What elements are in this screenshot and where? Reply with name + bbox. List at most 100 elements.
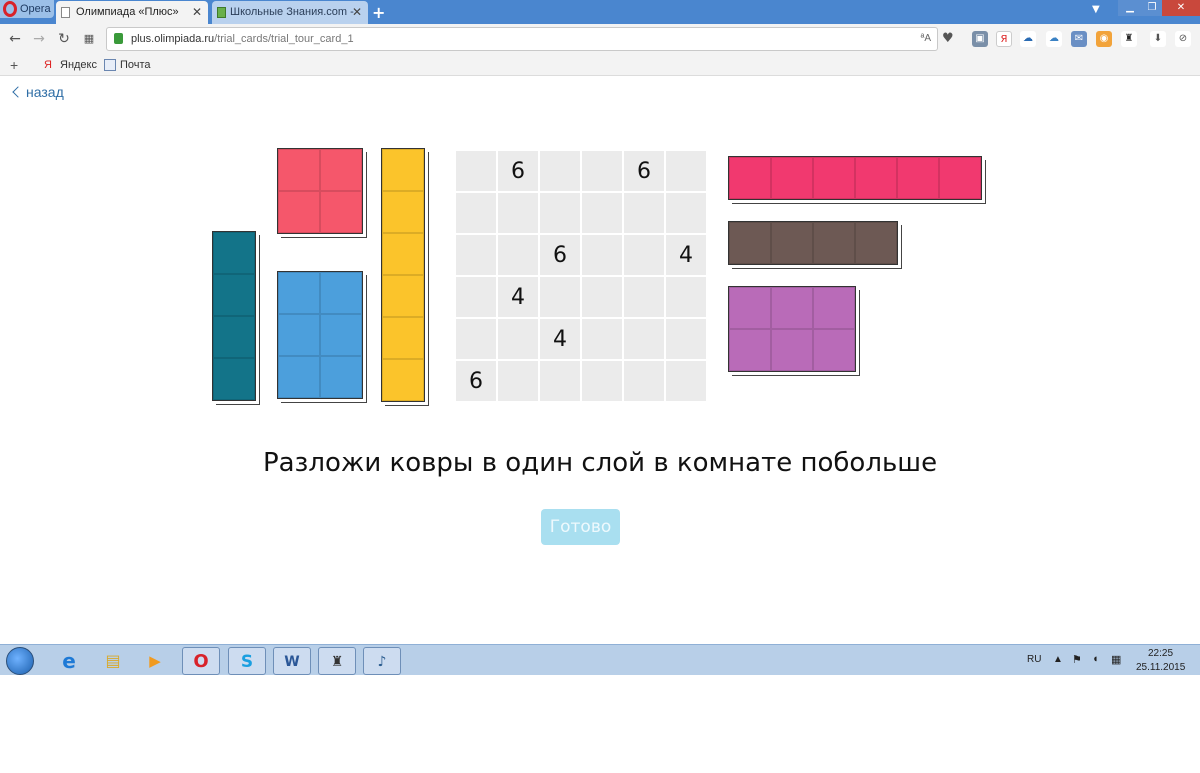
flag-icon[interactable]: ⚑ xyxy=(1072,653,1082,666)
room-cell-clue[interactable]: 4 xyxy=(498,277,538,317)
network-icon[interactable]: ▦ xyxy=(1111,653,1121,666)
settings-icon[interactable]: ⊘ xyxy=(1175,31,1191,47)
download-icon[interactable]: ⬇ xyxy=(1150,31,1166,47)
room-cell[interactable] xyxy=(666,319,706,359)
room-cell[interactable] xyxy=(540,361,580,401)
maximize-window-button[interactable]: ❐ xyxy=(1142,0,1162,16)
word-icon[interactable]: W xyxy=(273,647,311,675)
world-of-tanks-icon[interactable]: ♜ xyxy=(318,647,356,675)
room-cell[interactable] xyxy=(456,235,496,275)
file-explorer-icon[interactable]: ▤ xyxy=(94,647,132,675)
rug-cell xyxy=(729,157,771,199)
close-window-button[interactable]: ✕ xyxy=(1162,0,1200,16)
rss-icon[interactable]: ◉ xyxy=(1096,31,1112,47)
rug-teal-1x4[interactable] xyxy=(212,231,256,401)
room-cell-clue[interactable]: 4 xyxy=(540,319,580,359)
room-cell[interactable] xyxy=(666,151,706,191)
browser-title-bar: Opera Олимпиада «Плюс» ✕ Школьные Знания… xyxy=(0,0,1200,24)
tab-znania[interactable]: Школьные Знания.com - ✕ xyxy=(212,1,368,24)
opera-menu-button[interactable]: Opera xyxy=(0,0,54,18)
bookmark-yandex[interactable]: Я Яндекс xyxy=(44,54,97,76)
clock-date[interactable]: 25.11.2015 xyxy=(1136,662,1185,673)
room-cell[interactable] xyxy=(582,361,622,401)
rug-cell xyxy=(382,191,424,233)
room-cell[interactable] xyxy=(624,277,664,317)
room-cell-clue[interactable]: 4 xyxy=(666,235,706,275)
room-cell[interactable] xyxy=(498,361,538,401)
room-cell[interactable] xyxy=(498,319,538,359)
tab-menu-icon[interactable]: ▼ xyxy=(1092,4,1106,18)
room-cell[interactable] xyxy=(666,193,706,233)
weather-icon[interactable]: ☁ xyxy=(1046,31,1062,47)
add-bookmark-icon[interactable]: + xyxy=(10,54,18,76)
room-cell-clue[interactable]: 6 xyxy=(624,151,664,191)
room-cell[interactable] xyxy=(540,151,580,191)
volume-icon[interactable]: ◖ xyxy=(1092,653,1099,665)
other-app-icon[interactable]: ♪ xyxy=(363,647,401,675)
room-cell[interactable] xyxy=(666,277,706,317)
rug-cell xyxy=(771,157,813,199)
heart-icon[interactable]: ♥ xyxy=(942,31,960,47)
mail-extension-icon[interactable]: ✉ xyxy=(1071,31,1087,47)
speed-dial-icon[interactable]: ▦ xyxy=(80,30,98,48)
start-button[interactable] xyxy=(6,647,34,675)
minimize-window-button[interactable]: ▁ xyxy=(1118,0,1142,16)
tab-olimpiada[interactable]: Олимпиада «Плюс» ✕ xyxy=(56,1,208,24)
language-indicator[interactable]: RU xyxy=(1027,654,1041,665)
room-cell[interactable] xyxy=(582,277,622,317)
lock-icon xyxy=(114,33,123,44)
rug-cell xyxy=(382,149,424,191)
bookmark-pochta[interactable]: Почта xyxy=(104,54,151,76)
rug-red-2x2[interactable] xyxy=(277,148,363,234)
media-player-icon[interactable]: ▶ xyxy=(136,647,174,675)
room-cell[interactable] xyxy=(582,319,622,359)
rug-brown-4x1[interactable] xyxy=(728,221,898,265)
room-cell[interactable] xyxy=(456,319,496,359)
rug-blue-2x3[interactable] xyxy=(277,271,363,399)
room-cell[interactable] xyxy=(582,151,622,191)
rug-pink-6x1[interactable] xyxy=(728,156,982,200)
extension-icon[interactable]: ▣ xyxy=(972,31,988,47)
bookmarks-bar: + Я Яндекс Почта xyxy=(0,54,1200,76)
internet-explorer-icon[interactable]: e xyxy=(50,647,88,675)
skype-icon[interactable]: S xyxy=(228,647,266,675)
rug-cell xyxy=(213,232,255,274)
close-tab-icon[interactable]: ✕ xyxy=(352,1,362,23)
room-cell[interactable] xyxy=(456,277,496,317)
back-label: назад xyxy=(26,84,64,100)
room-cell[interactable] xyxy=(498,193,538,233)
yandex-extension-icon[interactable]: Я xyxy=(996,31,1012,47)
room-grid[interactable]: 6664446 xyxy=(456,151,706,401)
room-cell[interactable] xyxy=(582,193,622,233)
room-cell[interactable] xyxy=(456,193,496,233)
show-hidden-icons-icon[interactable]: ▲ xyxy=(1053,654,1063,665)
room-cell[interactable] xyxy=(666,361,706,401)
room-cell-clue[interactable]: 6 xyxy=(456,361,496,401)
back-link[interactable]: назад xyxy=(12,84,64,100)
back-arrow-icon[interactable]: ← xyxy=(6,30,24,48)
room-cell-clue[interactable]: 6 xyxy=(540,235,580,275)
close-tab-icon[interactable]: ✕ xyxy=(192,1,202,23)
room-cell[interactable] xyxy=(624,235,664,275)
rug-yellow-1x6[interactable] xyxy=(381,148,425,402)
cloud-icon[interactable]: ☁ xyxy=(1020,31,1036,47)
tanks-extension-icon[interactable]: ♜ xyxy=(1121,31,1137,47)
opera-icon[interactable]: O xyxy=(182,647,220,675)
room-cell[interactable] xyxy=(540,193,580,233)
clock-time[interactable]: 22:25 xyxy=(1148,648,1173,659)
room-cell[interactable] xyxy=(624,193,664,233)
reload-icon[interactable]: ↻ xyxy=(55,30,73,48)
room-cell[interactable] xyxy=(624,319,664,359)
room-cell[interactable] xyxy=(582,235,622,275)
room-cell[interactable] xyxy=(540,277,580,317)
forward-arrow-icon[interactable]: → xyxy=(30,30,48,48)
rug-purple-3x2[interactable] xyxy=(728,286,856,372)
new-tab-button[interactable]: + xyxy=(372,3,385,22)
translate-icon[interactable]: ªA xyxy=(921,28,931,50)
done-button[interactable]: Готово xyxy=(541,509,620,545)
address-bar[interactable]: plus.olimpiada.ru/trial_cards/trial_tour… xyxy=(106,27,938,51)
room-cell[interactable] xyxy=(498,235,538,275)
room-cell-clue[interactable]: 6 xyxy=(498,151,538,191)
room-cell[interactable] xyxy=(456,151,496,191)
room-cell[interactable] xyxy=(624,361,664,401)
